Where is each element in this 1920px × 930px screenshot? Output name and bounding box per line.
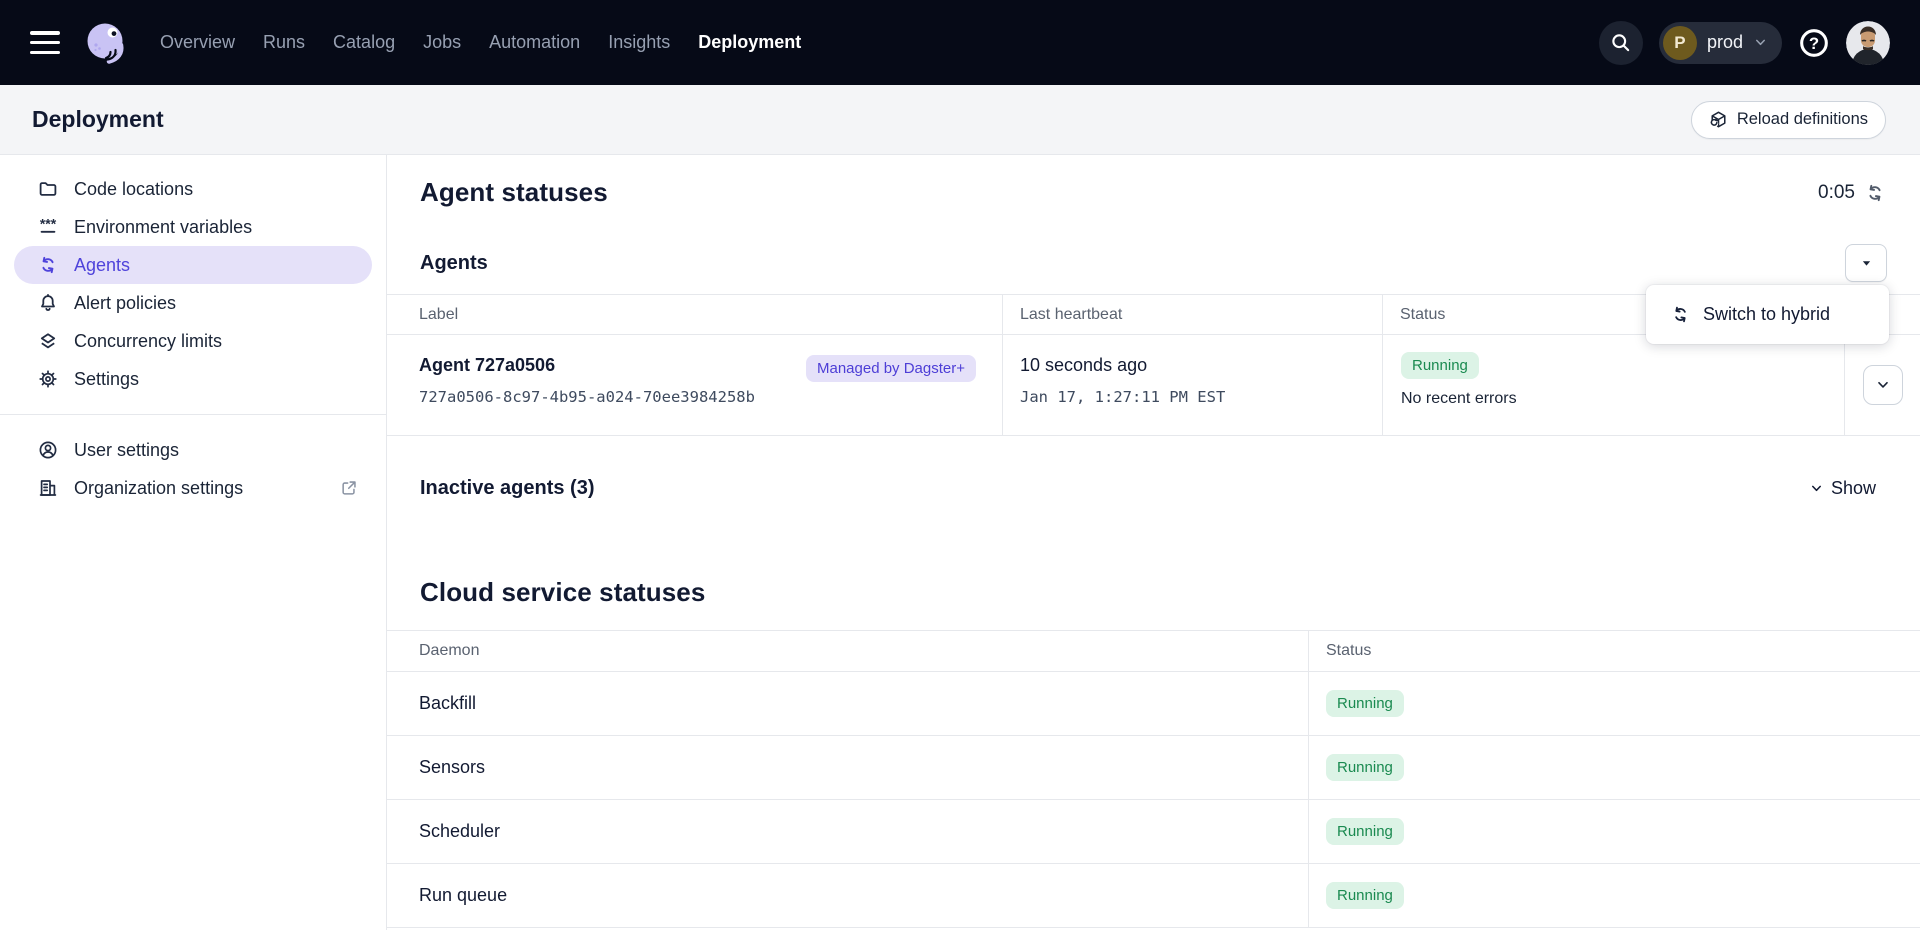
- nav-item-jobs[interactable]: Jobs: [423, 32, 461, 53]
- cloud-service-statuses-title: Cloud service statuses: [420, 577, 705, 608]
- bell-icon: [38, 293, 58, 313]
- chevron-down-icon: [1875, 377, 1891, 393]
- refresh-countdown: 0:05: [1818, 182, 1885, 204]
- agent-table-row: Agent 727a0506 727a0506-8c97-4b95-a024-7…: [387, 335, 1920, 436]
- heartbeat-relative-time: 10 seconds ago: [1020, 355, 1382, 376]
- user-icon: [38, 440, 58, 460]
- sidebar-divider: [0, 414, 386, 415]
- nav-item-deployment[interactable]: Deployment: [698, 32, 801, 53]
- column-header-last-heartbeat: Last heartbeat: [1003, 295, 1383, 334]
- heartbeat-timestamp: Jan 17, 1:27:11 PM EST: [1020, 388, 1382, 406]
- chevron-down-icon: [1753, 35, 1768, 50]
- inactive-agents-show-toggle[interactable]: Show: [1809, 478, 1876, 499]
- sidebar-item-organization-settings[interactable]: Organization settings: [14, 469, 372, 507]
- deployment-avatar: P: [1663, 26, 1697, 60]
- menu-item-label: Switch to hybrid: [1703, 304, 1830, 325]
- page-title: Deployment: [32, 106, 164, 133]
- env-vars-icon: [38, 217, 58, 237]
- sidebar-item-alert-policies[interactable]: Alert policies: [14, 284, 372, 322]
- inactive-agents-heading: Inactive agents (3): [420, 477, 595, 500]
- nav-item-insights[interactable]: Insights: [608, 32, 670, 53]
- user-photo: [1846, 21, 1890, 65]
- daemon-table-row: Run queue Running: [387, 864, 1920, 928]
- sidebar-item-label: Concurrency limits: [74, 331, 222, 352]
- sidebar-item-label: Agents: [74, 255, 130, 276]
- column-header-label: Label: [387, 295, 1003, 334]
- refresh-icon[interactable]: [1865, 183, 1885, 203]
- reload-definitions-label: Reload definitions: [1737, 110, 1868, 129]
- caret-down-icon: [1860, 257, 1873, 270]
- chevron-down-icon: [1809, 481, 1824, 496]
- cloud-table-header-row: Daemon Status: [387, 631, 1920, 672]
- folder-icon: [38, 179, 58, 199]
- external-link-icon: [340, 479, 358, 497]
- menu-item-switch-to-hybrid[interactable]: Switch to hybrid: [1646, 285, 1889, 344]
- sidebar-item-user-settings[interactable]: User settings: [14, 431, 372, 469]
- hamburger-menu-icon[interactable]: [30, 31, 60, 54]
- column-header-daemon: Daemon: [387, 631, 1309, 671]
- show-label: Show: [1831, 478, 1876, 499]
- agent-statuses-title: Agent statuses: [420, 177, 608, 208]
- help-button[interactable]: [1798, 27, 1830, 59]
- sidebar-item-settings[interactable]: Settings: [14, 360, 372, 398]
- primary-nav: Overview Runs Catalog Jobs Automation In…: [160, 32, 801, 53]
- agent-icon: [1671, 305, 1690, 324]
- search-button[interactable]: [1599, 21, 1643, 65]
- agent-status-note: No recent errors: [1401, 390, 1517, 408]
- agent-id: 727a0506-8c97-4b95-a024-70ee3984258b: [419, 388, 755, 406]
- managed-by-badge: Managed by Dagster+: [806, 355, 976, 382]
- sidebar-item-label: Settings: [74, 369, 139, 390]
- cloud-services-table: Daemon Status Backfill Running Sensors R…: [387, 630, 1920, 928]
- daemon-status-badge: Running: [1326, 818, 1404, 845]
- sidebar-item-label: User settings: [74, 440, 179, 461]
- daemon-status-badge: Running: [1326, 690, 1404, 717]
- sidebar-item-label: Alert policies: [74, 293, 176, 314]
- sidebar-item-agents[interactable]: Agents: [14, 246, 372, 284]
- nav-item-catalog[interactable]: Catalog: [333, 32, 395, 53]
- agent-icon: [38, 255, 58, 275]
- help-icon: [1798, 27, 1830, 59]
- column-header-status: Status: [1309, 631, 1920, 671]
- nav-item-automation[interactable]: Automation: [489, 32, 580, 53]
- daemon-name: Backfill: [387, 672, 1309, 735]
- nav-right-controls: P prod: [1599, 21, 1890, 65]
- agent-status-badge: Running: [1401, 352, 1479, 379]
- daemon-name: Sensors: [387, 736, 1309, 799]
- daemon-status-badge: Running: [1326, 754, 1404, 781]
- search-icon: [1610, 32, 1631, 53]
- deployment-sidebar: Code locations Environment variables Age…: [0, 155, 387, 930]
- deployment-switcher[interactable]: P prod: [1659, 22, 1782, 64]
- agents-section-heading: Agents: [420, 252, 488, 275]
- nav-item-runs[interactable]: Runs: [263, 32, 305, 53]
- main-content: Agent statuses 0:05 Agents Label Last he…: [387, 155, 1920, 930]
- sidebar-item-label: Organization settings: [74, 478, 243, 499]
- daemon-name: Scheduler: [387, 800, 1309, 863]
- daemon-name: Run queue: [387, 864, 1309, 927]
- daemon-status-badge: Running: [1326, 882, 1404, 909]
- daemon-table-row: Backfill Running: [387, 672, 1920, 736]
- dagster-logo-icon[interactable]: [82, 19, 130, 67]
- reload-definitions-icon: [1709, 110, 1728, 129]
- sidebar-item-code-locations[interactable]: Code locations: [14, 170, 372, 208]
- daemon-table-row: Scheduler Running: [387, 800, 1920, 864]
- sidebar-item-label: Environment variables: [74, 217, 252, 238]
- organization-icon: [38, 478, 58, 498]
- user-avatar[interactable]: [1846, 21, 1890, 65]
- top-nav-bar: Overview Runs Catalog Jobs Automation In…: [0, 0, 1920, 85]
- sidebar-item-concurrency-limits[interactable]: Concurrency limits: [14, 322, 372, 360]
- gear-icon: [38, 369, 58, 389]
- reload-definitions-button[interactable]: Reload definitions: [1691, 101, 1886, 139]
- layers-icon: [38, 331, 58, 351]
- daemon-table-row: Sensors Running: [387, 736, 1920, 800]
- agent-actions-dropdown-button[interactable]: [1845, 244, 1887, 282]
- deployment-name: prod: [1707, 32, 1743, 53]
- page-header: Deployment Reload definitions: [0, 85, 1920, 155]
- agent-row-menu-button[interactable]: [1863, 365, 1903, 405]
- agent-name: Agent 727a0506: [419, 355, 755, 376]
- agent-actions-menu: Switch to hybrid: [1646, 285, 1889, 344]
- nav-item-overview[interactable]: Overview: [160, 32, 235, 53]
- sidebar-item-environment-variables[interactable]: Environment variables: [14, 208, 372, 246]
- refresh-countdown-value: 0:05: [1818, 182, 1855, 204]
- sidebar-item-label: Code locations: [74, 179, 193, 200]
